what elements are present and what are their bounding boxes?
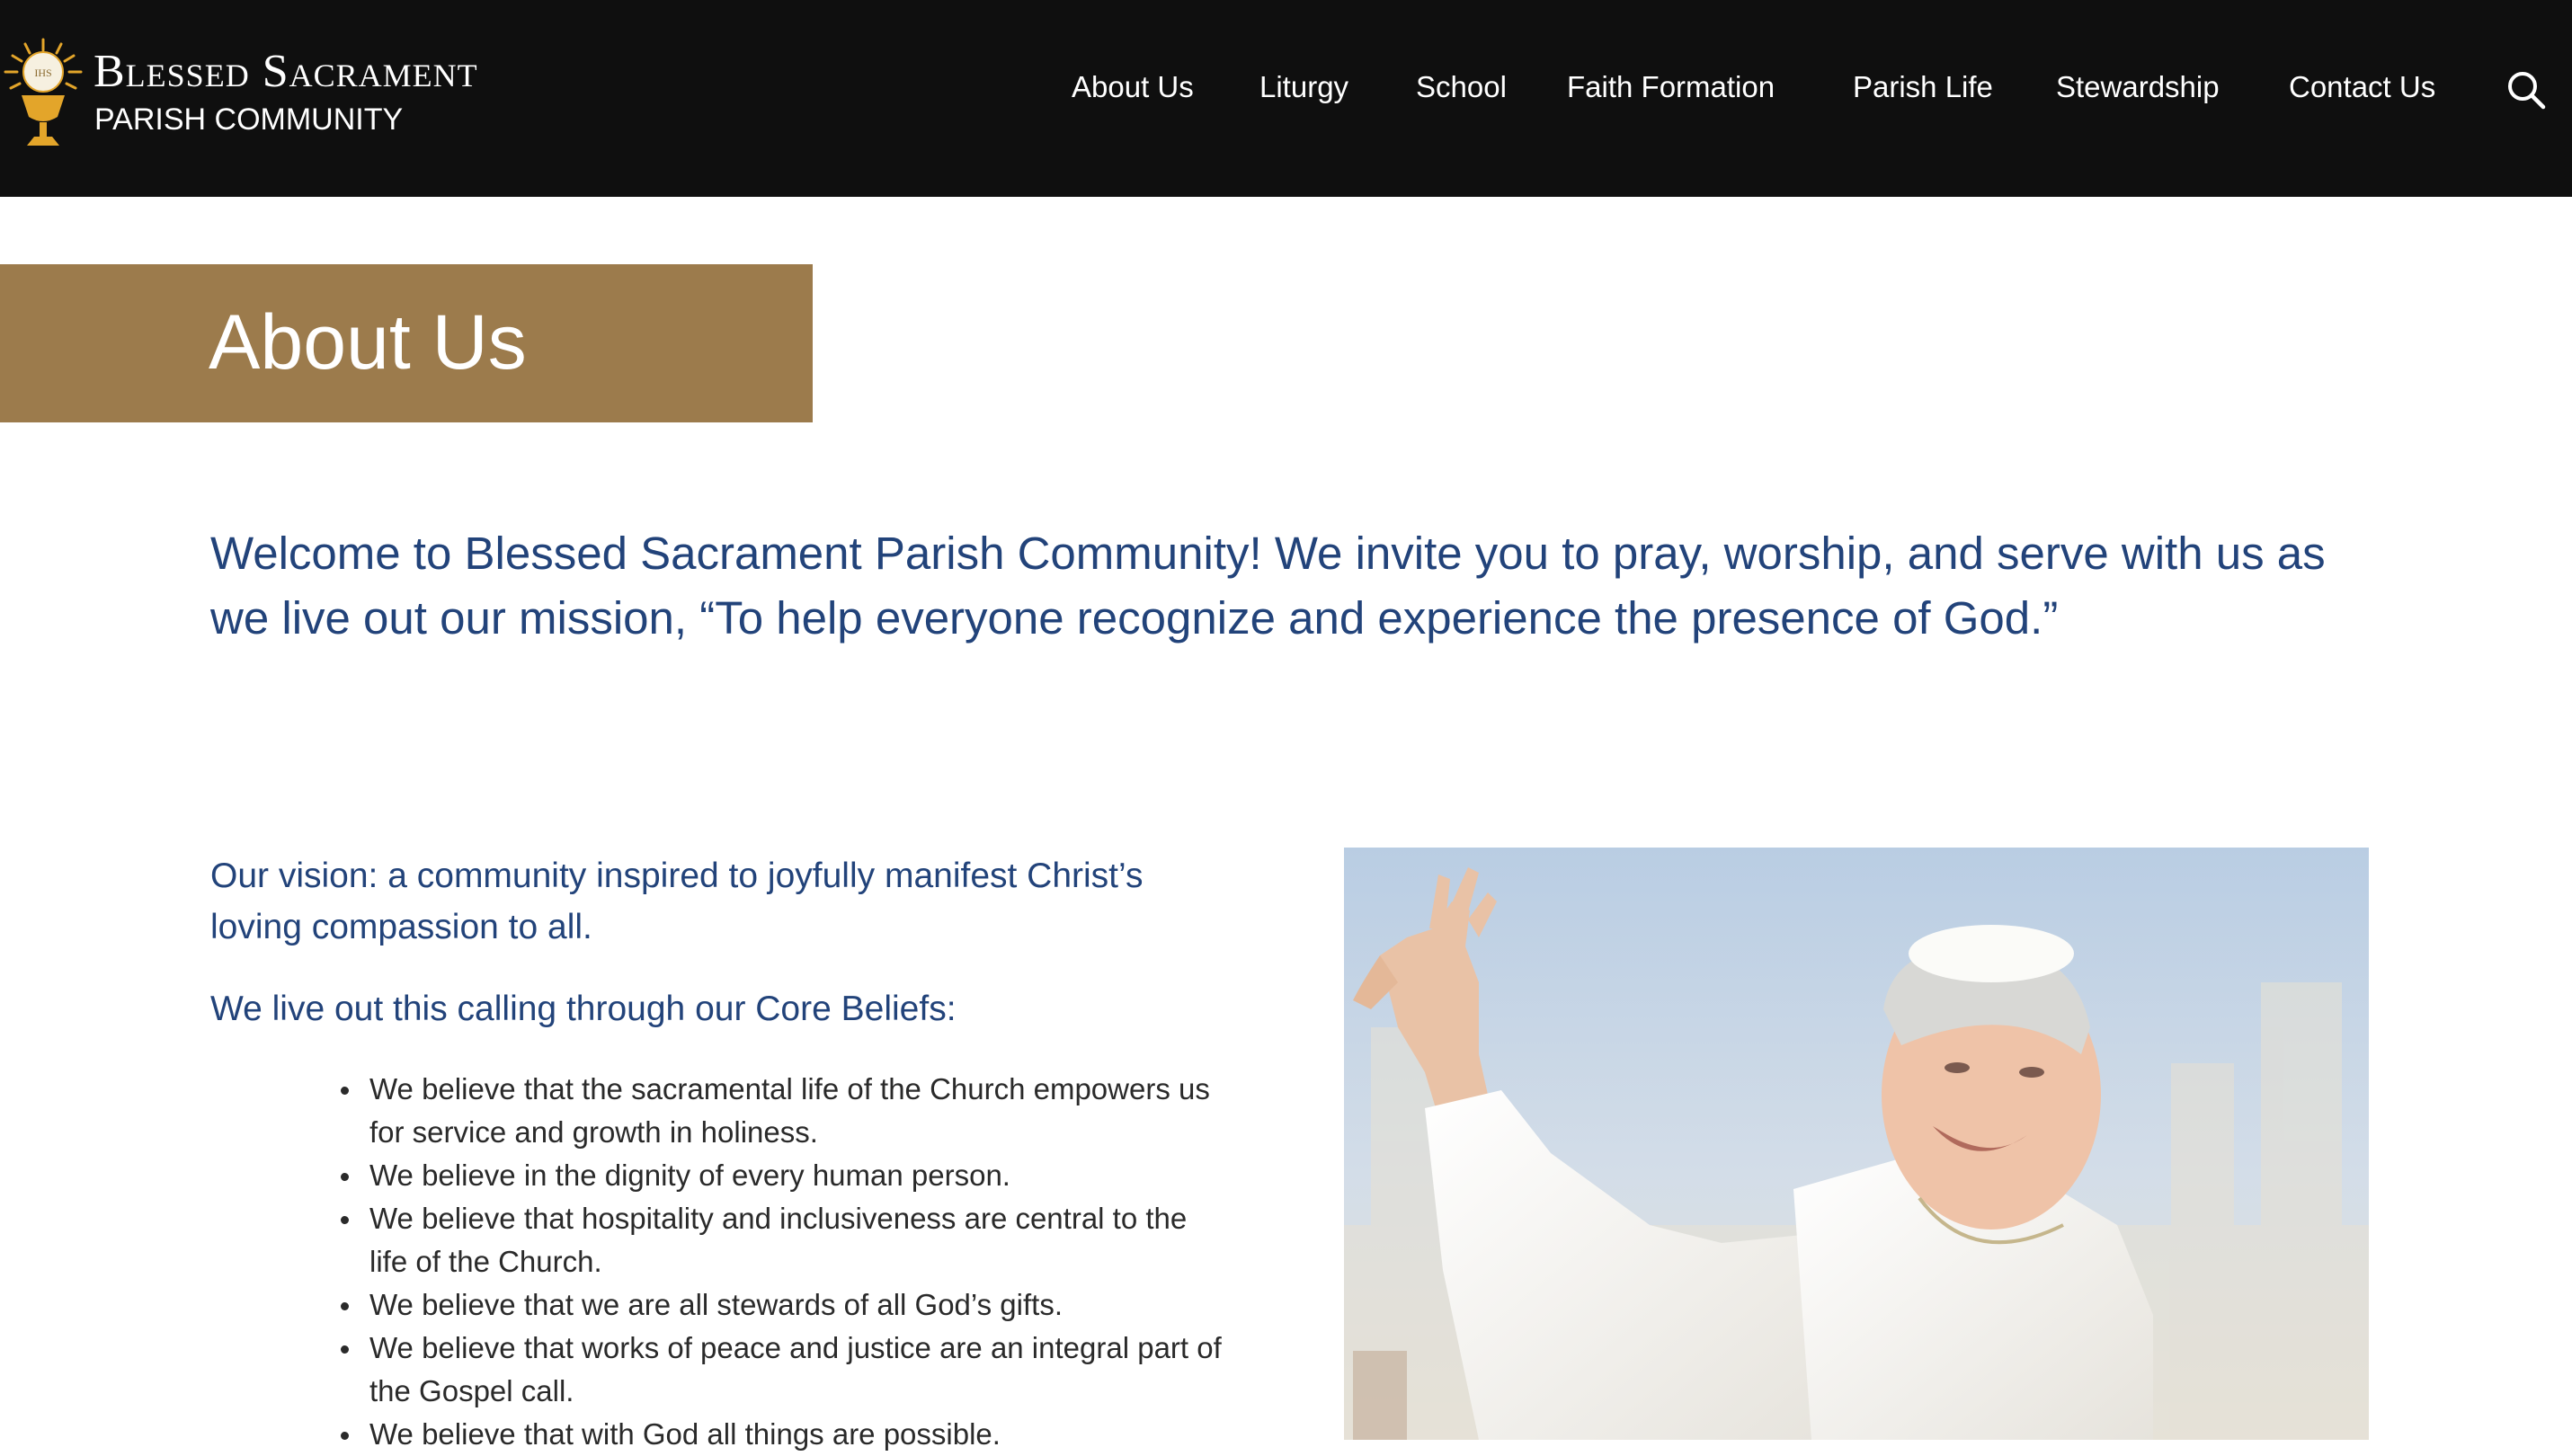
list-item: We believe that works of peace and justi… [341, 1327, 1226, 1413]
pope-photo [1344, 848, 2369, 1440]
nav-faith-formation[interactable]: Faith Formation [1567, 65, 1775, 110]
list-item: We believe that with God all things are … [341, 1413, 1226, 1456]
vision-statement: Our vision: a community inspired to joyf… [210, 857, 1144, 946]
list-item: We believe that the sacramental life of … [341, 1068, 1226, 1154]
nav-contact-us[interactable]: Contact Us [2289, 65, 2435, 110]
nav-about-us[interactable]: About Us [1072, 65, 1194, 110]
nav-liturgy[interactable]: Liturgy [1259, 65, 1348, 110]
search-button[interactable] [2505, 68, 2548, 111]
nav-parish-life[interactable]: Parish Life [1853, 65, 1993, 110]
pope-waving-image [1344, 848, 2369, 1440]
nav-stewardship[interactable]: Stewardship [2056, 65, 2220, 110]
search-icon [2508, 72, 2546, 110]
nav-school[interactable]: School [1416, 65, 1507, 110]
page-title-banner: About Us [0, 264, 813, 422]
main-nav: About Us Liturgy School Faith Formation … [0, 65, 2572, 110]
core-beliefs-list: We believe that the sacramental life of … [210, 1068, 1226, 1456]
core-beliefs-heading: We live out this calling through our Cor… [210, 990, 957, 1028]
site-header: IHS Blessed Sacrament PARISH COMMUNITY A… [0, 0, 2572, 197]
list-item: We believe that hospitality and inclusiv… [341, 1197, 1226, 1283]
list-item: We believe that we are all stewards of a… [341, 1283, 1226, 1327]
welcome-intro: Welcome to Blessed Sacrament Parish Comm… [210, 528, 2326, 644]
page-title: About Us [209, 299, 527, 386]
list-item: We believe in the dignity of every human… [341, 1154, 1226, 1197]
